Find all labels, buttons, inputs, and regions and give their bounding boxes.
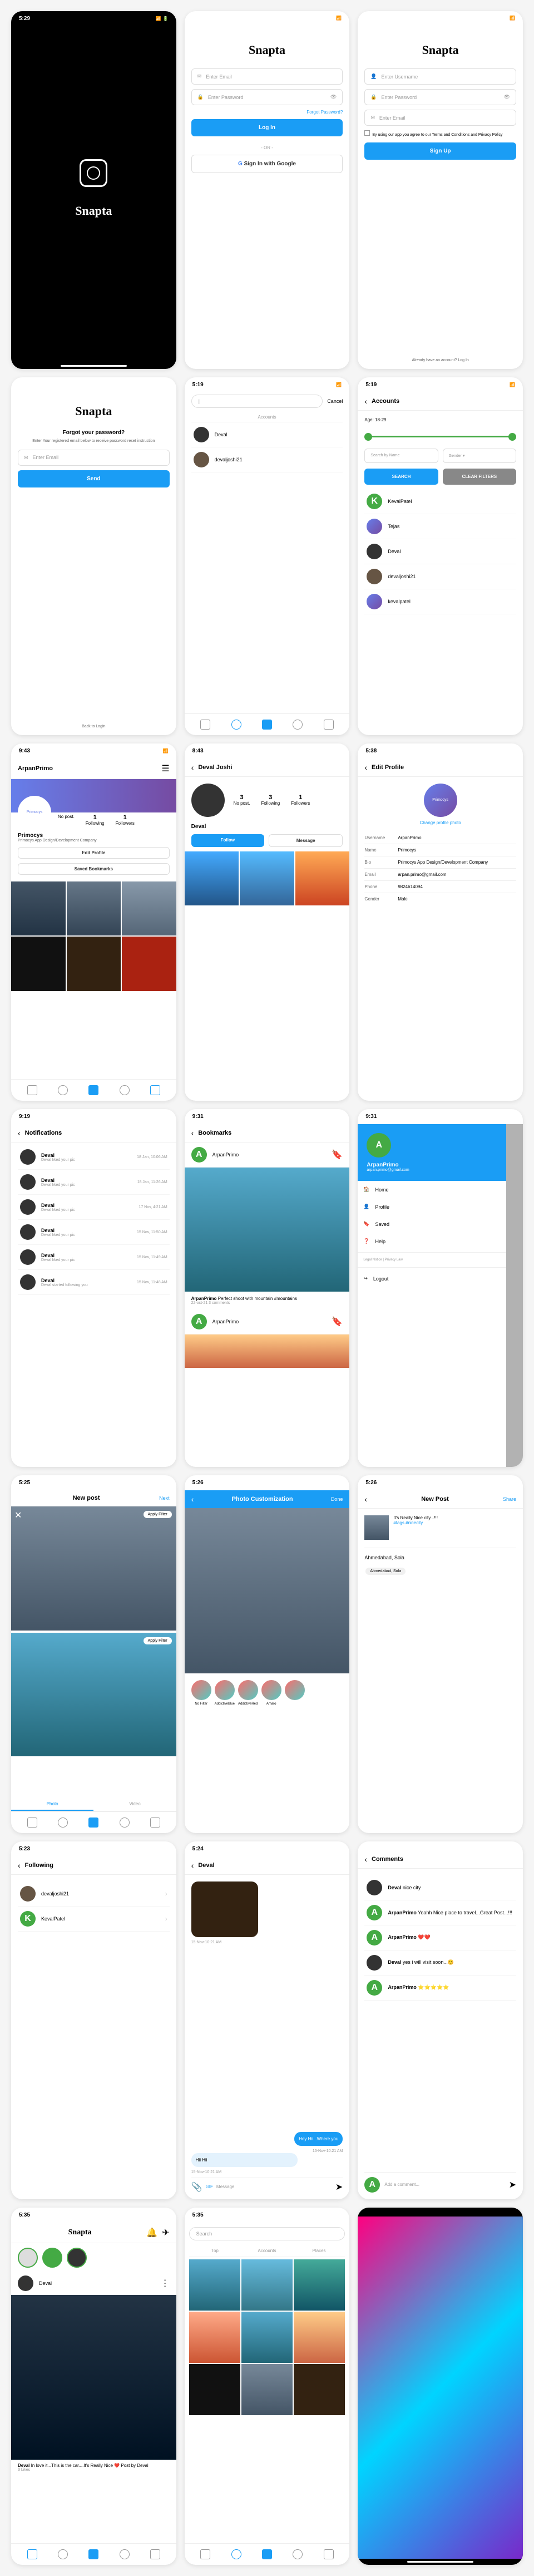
time: 5:29 [19, 16, 30, 22]
username-input[interactable]: 👤Enter Username [364, 68, 516, 85]
tab-photo[interactable]: Photo [11, 1798, 93, 1811]
nav-home[interactable] [200, 720, 210, 730]
bookmark-icon[interactable]: 🔖 [332, 1149, 343, 1160]
next-button[interactable]: Next [159, 1495, 170, 1501]
attach-icon[interactable]: 📎 [191, 2181, 202, 2193]
email-input[interactable]: ✉Enter Email [364, 110, 516, 126]
notifications: 9:19 ‹Notifications DevalDeval liked you… [11, 1109, 176, 1467]
done-button[interactable]: Done [331, 1496, 343, 1502]
account-item[interactable]: devaljoshi21 [191, 447, 343, 472]
my-profile: 9:43📶 ArpanPrimo☰ Primocys No post. 1Fol… [11, 743, 176, 1101]
signup-screen: 📶 Snapta 👤Enter Username 🔒Enter Password… [358, 11, 523, 369]
login-link[interactable]: Already have an account? Log In [364, 358, 516, 362]
filter-option[interactable] [191, 1680, 211, 1700]
share-button[interactable]: Share [503, 1496, 516, 1502]
signup-button[interactable]: Sign Up [364, 142, 516, 160]
edit-profile-button[interactable]: Edit Profile [18, 847, 170, 859]
password-input[interactable]: 🔒Enter Password👁 [364, 89, 516, 105]
menu-icon[interactable]: ☰ [161, 763, 169, 774]
edit-profile: 5:38 ‹Edit Profile Primocys Change profi… [358, 743, 523, 1101]
gender-select[interactable]: Gender ▾ [443, 449, 516, 463]
notif-icon[interactable]: 🔔 [146, 2227, 157, 2238]
menu-saved[interactable]: 🔖Saved [358, 1215, 506, 1233]
menu-logout[interactable]: ↪Logout [358, 1270, 506, 1287]
email-input[interactable]: ✉Enter Email [191, 68, 343, 85]
chat: 5:24 ‹Deval 15-Nov-10:21 AM Hey Hii...Wh… [185, 1841, 350, 2199]
comment-input[interactable]: Add a comment... [384, 2182, 504, 2187]
bookmarks-button[interactable]: Saved Bookmarks [18, 863, 170, 875]
nav-profile[interactable] [324, 720, 334, 730]
terms-text: By using our app you agree to our Terms … [364, 130, 516, 137]
nav-add[interactable] [262, 720, 272, 730]
back-link[interactable]: Back to Login [18, 725, 170, 728]
password-input[interactable]: 🔒Enter Password👁 [191, 89, 343, 105]
app-logo-icon [80, 159, 107, 187]
app-name: Snapta [75, 204, 112, 218]
search-screen: 5:19📶 | Cancel Accounts Deval devaljoshi… [185, 377, 350, 735]
login-button[interactable]: Log In [191, 119, 343, 136]
message-input[interactable]: Message [216, 2184, 332, 2189]
back-button[interactable]: ‹ [364, 397, 367, 406]
forgot-link[interactable]: Forgot Password? [191, 110, 343, 115]
feed: 5:35 Snapta🔔✈ Deval⋮ Deval In love it...… [11, 2208, 176, 2565]
search-button[interactable]: SEARCH [364, 469, 438, 485]
gif-button[interactable]: GIF [206, 2184, 213, 2189]
fullscreen-image[interactable] [358, 2217, 523, 2559]
login-screen: 📶 Snapta ✉Enter Email 🔒Enter Password👁 F… [185, 11, 350, 369]
explore: 5:35 Search Top Accounts Places [185, 2208, 350, 2565]
clear-button[interactable]: CLEAR FILTERS [443, 469, 516, 485]
nav-search[interactable] [231, 720, 241, 730]
newpost-caption: 5:26 ‹New PostShare It's Really Nice cit… [358, 1475, 523, 1833]
status-bar: 5:29 📶🔋 [11, 11, 176, 26]
nav-chat[interactable] [293, 720, 303, 730]
message-button[interactable]: Message [269, 834, 343, 847]
account-item[interactable]: Deval [191, 422, 343, 447]
age-slider[interactable] [364, 436, 516, 437]
menu-help[interactable]: ❓Help [358, 1233, 506, 1250]
drawer: 9:31 A ArpanPrimo arpan.primo@gmail.com … [358, 1109, 523, 1467]
image-viewer [358, 2208, 523, 2565]
send-icon[interactable]: ➤ [335, 2181, 343, 2193]
comments: ‹Comments Deval nice city AArpanPrimo Ye… [358, 1841, 523, 2199]
tab-video[interactable]: Video [93, 1798, 176, 1811]
send-icon[interactable]: ➤ [509, 2179, 516, 2190]
email-input[interactable]: ✉Enter Email [18, 450, 170, 466]
change-photo[interactable]: Change profile photo [364, 820, 516, 825]
accounts-filter: 5:19📶 ‹Accounts Age: 18-29 Search by Nam… [358, 377, 523, 735]
forgot-screen: Snapta Forgot your password? Enter Your … [11, 377, 176, 735]
google-button[interactable]: G Sign In with Google [191, 155, 343, 173]
newpost-gallery: 5:25 New postNext ✕Apply Filter Apply Fi… [11, 1475, 176, 1833]
chat-icon[interactable]: ✈ [162, 2227, 169, 2238]
following-list: 5:23 ‹Following devaljoshi21› KKevalPate… [11, 1841, 176, 2199]
search-input[interactable]: Search [189, 2227, 345, 2240]
search-input[interactable]: | [191, 395, 323, 408]
splash-screen: 5:29 📶🔋 Snapta [11, 11, 176, 369]
app-name: Snapta [364, 43, 516, 57]
menu-home[interactable]: 🏠Home [358, 1181, 506, 1198]
photo-customization: 5:26 ‹Photo CustomizationDone No Filter … [185, 1475, 350, 1833]
other-profile: 8:43 ‹Deval Joshi 3No post. 3Following 1… [185, 743, 350, 1101]
follow-button[interactable]: Follow [191, 834, 264, 847]
search-name[interactable]: Search by Name [364, 449, 438, 463]
cancel-button[interactable]: Cancel [327, 398, 343, 404]
send-button[interactable]: Send [18, 470, 170, 487]
app-name: Snapta [191, 43, 343, 57]
menu-profile[interactable]: 👤Profile [358, 1198, 506, 1215]
bookmarks: 9:31 ‹Bookmarks AArpanPrimo🔖 ArpanPrimo … [185, 1109, 350, 1467]
